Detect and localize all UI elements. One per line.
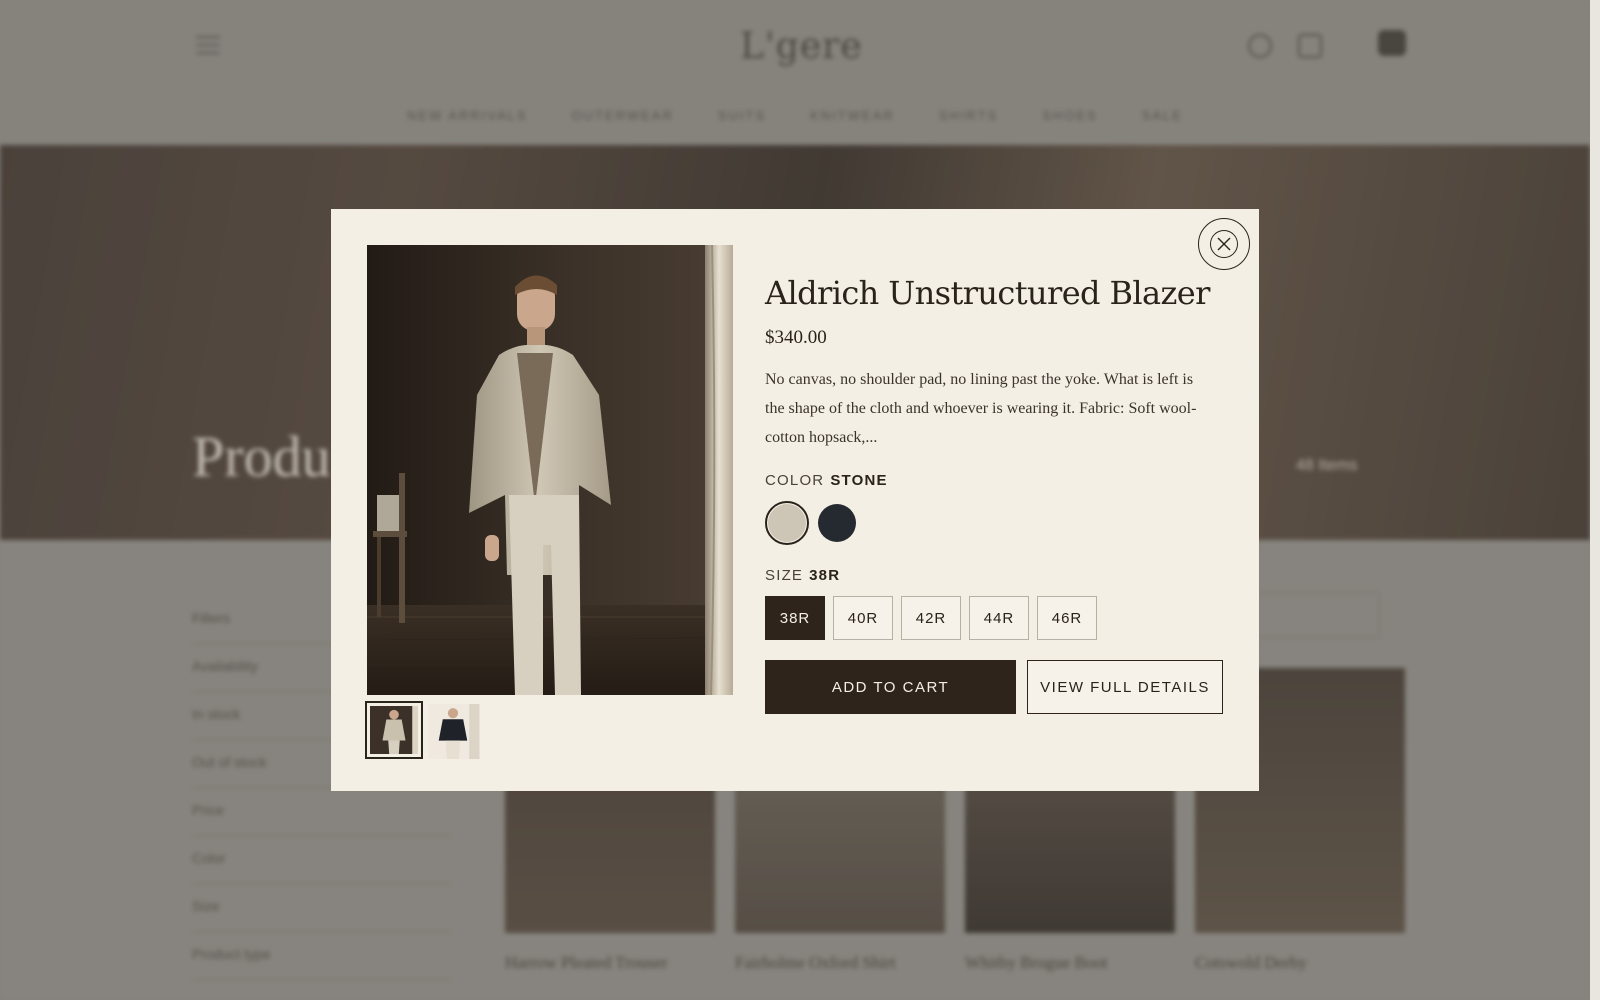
quick-view-modal: Aldrich Unstructured Blazer $340.00 No c…	[331, 209, 1259, 791]
color-option-label: COLOR STONE	[765, 472, 1225, 489]
swatch-stone-fill	[768, 504, 806, 542]
product-description: No canvas, no shoulder pad, no lining pa…	[765, 371, 1197, 446]
product-details: Aldrich Unstructured Blazer $340.00 No c…	[765, 273, 1225, 714]
size-44r[interactable]: 44R	[969, 596, 1029, 640]
product-title: Aldrich Unstructured Blazer	[765, 274, 1210, 312]
color-swatches	[765, 501, 1225, 545]
swatch-navy-fill	[818, 504, 856, 542]
thumbnail-navy[interactable]	[427, 701, 481, 759]
thumbnail-stone[interactable]	[365, 701, 423, 759]
swatch-navy[interactable]	[815, 501, 859, 545]
size-options: 38R 40R 42R 44R 46R	[765, 596, 1225, 640]
size-38r[interactable]: 38R	[765, 596, 825, 640]
size-40r[interactable]: 40R	[833, 596, 893, 640]
modal-actions: ADD TO CART VIEW FULL DETAILS	[765, 660, 1225, 714]
thumbnail-strip	[365, 701, 481, 759]
close-button[interactable]	[1198, 218, 1250, 270]
color-label: COLOR	[765, 472, 825, 489]
page-scrollbar[interactable]	[1590, 0, 1600, 1000]
selected-color: STONE	[830, 472, 888, 489]
view-full-details-button[interactable]: VIEW FULL DETAILS	[1027, 660, 1223, 714]
size-42r[interactable]: 42R	[901, 596, 961, 640]
selected-size: 38R	[809, 567, 841, 584]
close-icon	[1210, 230, 1238, 258]
product-main-image	[367, 245, 733, 695]
size-46r[interactable]: 46R	[1037, 596, 1097, 640]
product-price: $340.00	[765, 327, 827, 348]
add-to-cart-button[interactable]: ADD TO CART	[765, 660, 1016, 714]
size-label: SIZE	[765, 567, 804, 584]
size-option-label: SIZE 38R	[765, 567, 1225, 584]
swatch-stone[interactable]	[765, 501, 809, 545]
